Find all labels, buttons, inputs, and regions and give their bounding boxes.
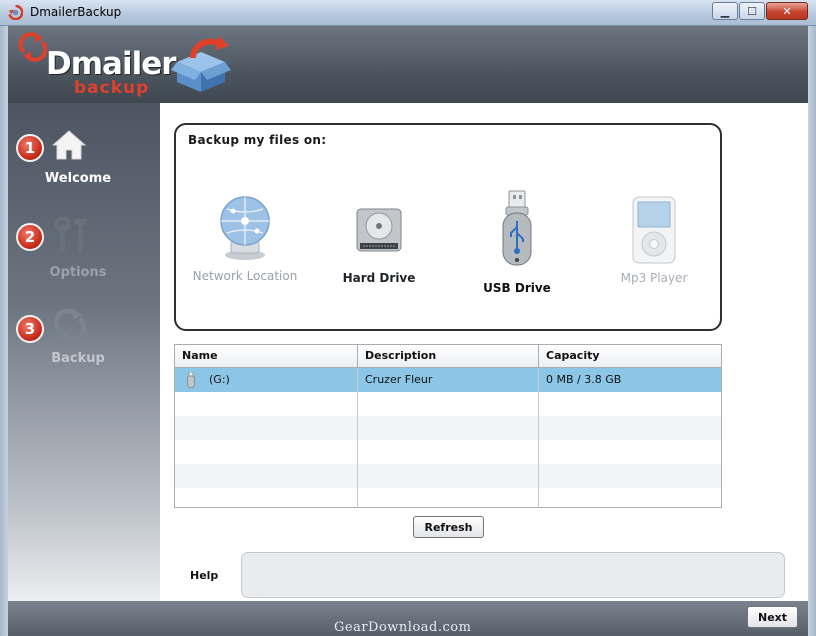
- table-header: Name Description Capacity: [175, 345, 721, 368]
- table-row-empty: [175, 416, 721, 440]
- hard-drive-icon: [356, 208, 402, 252]
- logo-subtext: backup: [74, 78, 150, 98]
- step-number-badge: 2: [16, 223, 44, 251]
- logo-arrows-icon: [18, 32, 48, 62]
- tools-icon: [54, 217, 87, 253]
- step-number-badge: 1: [16, 134, 44, 162]
- window-frame-left: [0, 26, 8, 636]
- maximize-button[interactable]: ☐: [739, 2, 765, 20]
- table-row-empty: [175, 488, 721, 507]
- table-row-empty: [175, 392, 721, 416]
- device-mp3-player[interactable]: Mp3 Player: [606, 195, 702, 285]
- box-logo-icon: [171, 36, 231, 92]
- device-label: USB Drive: [483, 281, 551, 295]
- table-cell-name: (G:): [175, 368, 358, 392]
- help-label: Help: [190, 569, 219, 582]
- table-row-empty: [175, 464, 721, 488]
- next-button[interactable]: Next: [747, 606, 798, 628]
- logo-text: Dmailer: [46, 46, 177, 82]
- sidebar-step-label: Backup: [51, 351, 105, 366]
- device-label: Network Location: [192, 269, 298, 283]
- mp3-player-icon: [632, 196, 676, 264]
- table-cell-capacity: 0 MB / 3.8 GB: [546, 373, 622, 386]
- main-content: Backup my files on: Network Location Har…: [160, 103, 808, 601]
- close-button[interactable]: ✕: [766, 2, 808, 20]
- table-row[interactable]: (G:) Cruzer Fleur 0 MB / 3.8 GB: [175, 368, 721, 392]
- network-globe-icon: [220, 196, 270, 260]
- window-title: DmailerBackup: [30, 5, 122, 19]
- column-header-capacity[interactable]: Capacity: [539, 345, 721, 367]
- panel-title: Backup my files on:: [188, 133, 327, 147]
- app-icon: [8, 5, 23, 20]
- device-label: Mp3 Player: [620, 271, 688, 285]
- device-network-location[interactable]: Network Location: [192, 193, 298, 283]
- window-frame-right: [808, 26, 816, 636]
- backup-target-panel: Backup my files on: Network Location Har…: [174, 123, 722, 331]
- usb-drive-icon: [187, 371, 195, 388]
- footer-bar: GearDownload.com Next: [8, 601, 808, 636]
- sync-icon: [53, 308, 87, 342]
- refresh-button[interactable]: Refresh: [413, 516, 484, 538]
- drive-name: (G:): [209, 373, 230, 386]
- header-banner: Dmailer backup: [8, 26, 808, 103]
- device-usb-drive[interactable]: USB Drive: [472, 189, 562, 295]
- sidebar-step-welcome[interactable]: 1 Welcome: [8, 127, 160, 207]
- table-cell-description: Cruzer Fleur: [358, 368, 539, 392]
- device-hard-drive[interactable]: Hard Drive: [336, 205, 422, 285]
- window-controls: ▁ ☐ ✕: [712, 2, 808, 20]
- home-icon: [52, 130, 86, 160]
- title-bar: DmailerBackup ▁ ☐ ✕: [0, 0, 816, 26]
- sidebar: 1 Welcome 2 Options 3 Backup: [8, 103, 160, 601]
- help-box: [241, 552, 785, 598]
- drive-table: Name Description Capacity (G:) Cruzer Fl…: [174, 344, 722, 508]
- column-header-description[interactable]: Description: [358, 345, 539, 367]
- sidebar-step-backup[interactable]: 3 Backup: [8, 307, 160, 387]
- minimize-button[interactable]: ▁: [712, 2, 738, 20]
- sidebar-step-options[interactable]: 2 Options: [8, 215, 160, 295]
- column-header-name[interactable]: Name: [175, 345, 358, 367]
- sidebar-step-label: Welcome: [44, 171, 112, 186]
- table-row-empty: [175, 440, 721, 464]
- step-number-badge: 3: [16, 315, 44, 343]
- device-label: Hard Drive: [342, 271, 416, 285]
- sidebar-step-label: Options: [49, 265, 107, 280]
- usb-drive-icon: [502, 190, 532, 266]
- watermark-text: GearDownload.com: [334, 620, 472, 635]
